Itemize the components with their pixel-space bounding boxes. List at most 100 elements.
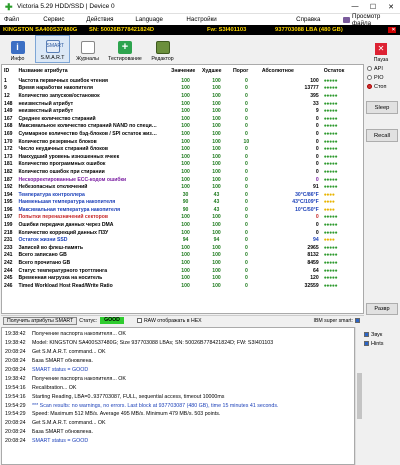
- table-row[interactable]: 187 Нескорректированные ECC-кодом ошибки 1…: [2, 176, 363, 184]
- cell-id: 182: [4, 168, 13, 175]
- hints-option[interactable]: Hints: [364, 339, 400, 348]
- menu-settings[interactable]: Настройки: [182, 16, 292, 23]
- get-smart-button[interactable]: Получить атрибуты SMART: [3, 316, 78, 325]
- log-entry: 19:54:16 Starting Reading, LBA=0..9377030…: [2, 392, 354, 401]
- event-log[interactable]: 19:38:42 Получение паспорта накопителя...…: [1, 327, 355, 465]
- table-row[interactable]: 1 Частота первичных ошибок чтения 100 100 0 1…: [2, 77, 363, 85]
- main-toolbar: i Инфо SMART S.M.A.R.T Журналы + Тестиро…: [0, 35, 365, 63]
- expand-button[interactable]: Развр: [366, 303, 398, 315]
- cell-worst: 100: [212, 275, 221, 282]
- cell-name: Суммарное количество бэд-блоков / SPI ос…: [18, 130, 157, 137]
- cell-worst: 100: [212, 161, 221, 168]
- cell-id: 242: [4, 260, 13, 267]
- cell-id: 1: [4, 77, 7, 84]
- stop-indicator[interactable]: Стоп: [364, 82, 400, 91]
- log-scroll-thumb[interactable]: [357, 373, 362, 419]
- table-row[interactable]: 242 Всего прочитано GB 100 100 0 8459 ●●●●●: [2, 259, 363, 267]
- cell-raw: 100: [310, 77, 319, 84]
- table-row[interactable]: 246 Timed Workload Host Read/Write Ratio 1…: [2, 282, 363, 290]
- smart-attributes-table[interactable]: ID Название атрибута Значение Худшее Пор…: [1, 64, 364, 314]
- table-row[interactable]: 170 Количество резервных блоков 100 100 10 0 ●…: [2, 138, 363, 146]
- minimize-button[interactable]: —: [346, 3, 364, 10]
- cell-name: Максимальная температура накопителя: [18, 206, 121, 213]
- col-worst[interactable]: Худшее: [200, 65, 231, 77]
- table-row[interactable]: 148 неизвестный атрибут 100 100 0 33 ●●●●●: [2, 100, 363, 108]
- info-button[interactable]: i Инфо: [0, 35, 35, 63]
- cell-health: ●●●●●: [323, 184, 338, 191]
- editor-button[interactable]: Редактор: [145, 35, 180, 63]
- ibm-super-smart-checkbox[interactable]: [355, 318, 360, 323]
- table-row[interactable]: 169 Суммарное количество бэд-блоков / SPI…: [2, 130, 363, 138]
- api-radio[interactable]: API: [364, 64, 400, 73]
- log-entry: 20:08:24 Get S.M.A.R.T. command... OK: [2, 419, 354, 428]
- table-row[interactable]: 245 Временная нагрузка на носитель 100 100 0…: [2, 274, 363, 282]
- hints-checkbox[interactable]: [364, 341, 369, 346]
- menu-file[interactable]: Файл: [0, 16, 39, 23]
- cell-health: ●●●●●: [323, 77, 338, 84]
- table-row[interactable]: 195 Наименьшая температура накопителя 90 43…: [2, 199, 363, 207]
- menu-language[interactable]: Language: [131, 16, 182, 23]
- sound-option[interactable]: Звук: [364, 330, 400, 339]
- raw-hex-checkbox[interactable]: [136, 318, 142, 323]
- pio-radio[interactable]: PIO: [364, 73, 400, 82]
- table-row[interactable]: 199 Ошибки передачи данных через DMA 100 10…: [2, 221, 363, 229]
- cell-worst: 43: [213, 206, 220, 213]
- log-scrollbar[interactable]: [355, 327, 363, 465]
- table-row[interactable]: 172 Число неудачных стираний блоков 100 100…: [2, 145, 363, 153]
- col-id[interactable]: ID: [2, 65, 16, 77]
- pause-button[interactable]: ✕ Пауза: [366, 35, 396, 63]
- table-row[interactable]: 244 Статус температурного троттлинга 100 10…: [2, 267, 363, 275]
- table-row[interactable]: 168 Максимальное количество стираний NAND…: [2, 123, 363, 131]
- cell-worst: 43: [213, 191, 220, 198]
- maximize-button[interactable]: ☐: [364, 3, 382, 11]
- testing-button[interactable]: + Тестирование: [105, 35, 145, 63]
- table-row[interactable]: 196 Максимальная температура накопителя 90…: [2, 206, 363, 214]
- table-row[interactable]: 173 Наихудший уровень изношенных ячеек 100…: [2, 153, 363, 161]
- cell-raw: 91: [313, 184, 319, 191]
- cell-worst: 43: [213, 199, 220, 206]
- table-row[interactable]: 149 неизвестный атрибут 100 100 0 9 ●●●●●: [2, 107, 363, 115]
- col-threshold[interactable]: Порог: [231, 65, 260, 77]
- table-row[interactable]: 233 Записей во флеш-память 100 100 0 2965 ●●●●…: [2, 244, 363, 252]
- cell-name: Всего прочитано GB: [18, 260, 71, 267]
- journals-button[interactable]: Журналы: [70, 35, 105, 63]
- cell-id: 9: [4, 85, 7, 92]
- table-row[interactable]: 12 Количество запусков/остановок 100 100 0 39…: [2, 92, 363, 100]
- log-time: 19:54:29: [5, 402, 26, 409]
- table-row[interactable]: 241 Всего записано GB 100 100 0 8132 ●●●●●: [2, 252, 363, 260]
- sound-checkbox[interactable]: [364, 332, 369, 337]
- cell-threshold: 0: [244, 176, 248, 183]
- table-row[interactable]: 231 Остаток жизни SSD 94 94 0 94 ●●●●: [2, 236, 363, 244]
- cell-name: Частота первичных ошибок чтения: [18, 77, 108, 84]
- cell-health: ●●●●: [323, 206, 335, 213]
- table-row[interactable]: 218 Количество коррекций данных ПЗУ 100 100…: [2, 229, 363, 237]
- smart-button[interactable]: SMART S.M.A.R.T: [35, 35, 70, 63]
- cell-threshold: 0: [244, 260, 248, 267]
- cell-worst: 100: [212, 115, 221, 122]
- close-window-button[interactable]: ✕: [382, 3, 400, 11]
- col-raw[interactable]: Абсолютное: [260, 65, 322, 77]
- table-row[interactable]: 197 Попытки переназначений секторов 100 100…: [2, 214, 363, 222]
- table-row[interactable]: 192 Небезопасных отключений 100 100 0 91 ●●●●●: [2, 183, 363, 191]
- sleep-button[interactable]: Sleep: [366, 101, 398, 114]
- table-row[interactable]: 194 Температура контроллера 30 43 0 30°C/86°F…: [2, 191, 363, 199]
- cell-health: ●●●●●: [323, 138, 338, 145]
- cell-value: 90: [182, 206, 189, 213]
- cell-id: 148: [4, 100, 13, 107]
- table-row[interactable]: 9 Время наработки накопителя 100 100 0 13777 ●…: [2, 85, 363, 93]
- cell-value: 100: [181, 267, 190, 274]
- menu-help[interactable]: Справка: [292, 16, 339, 23]
- menu-actions[interactable]: Действия: [82, 16, 131, 23]
- cell-threshold: 0: [244, 100, 248, 107]
- menu-service[interactable]: Сервис: [39, 16, 82, 23]
- col-name[interactable]: Название атрибута: [16, 65, 169, 77]
- drive-close-icon[interactable]: ×: [388, 27, 396, 33]
- cell-raw: 32559: [304, 282, 319, 289]
- table-row[interactable]: 167 Среднее количество стираний 100 100 0 0 ●●…: [2, 115, 363, 123]
- recall-button[interactable]: Recall: [366, 129, 398, 142]
- drive-info-bar[interactable]: KINGSTON SA400S37480G SN: 50026B77842182…: [0, 25, 400, 35]
- table-row[interactable]: 182 Количество ошибок при стирании 100 100 0…: [2, 168, 363, 176]
- table-row[interactable]: 181 Количество программных ошибок 100 100 0 0…: [2, 161, 363, 169]
- col-value[interactable]: Значение: [169, 65, 200, 77]
- col-health[interactable]: Остаток: [322, 65, 363, 77]
